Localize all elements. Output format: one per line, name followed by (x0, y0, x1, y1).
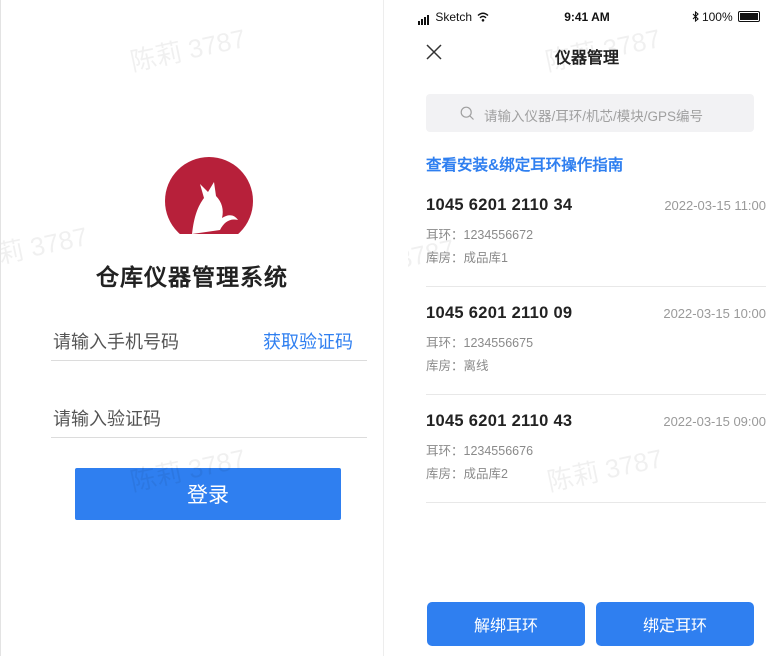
status-bar: Sketch 9:41 AM 100% (408, 10, 766, 30)
device-number: 1045 6201 2110 43 (426, 412, 573, 430)
code-field[interactable]: 请输入验证码 (51, 391, 367, 438)
guide-link[interactable]: 查看安装&绑定耳环操作指南 (426, 153, 623, 175)
device-time: 2022-03-15 10:00 (663, 306, 766, 321)
device-time: 2022-03-15 11:00 (664, 198, 766, 213)
get-code-link[interactable]: 获取验证码 (263, 328, 353, 354)
device-warehouse: 库房：离线 (426, 359, 489, 373)
battery-icon (738, 11, 760, 22)
device-number: 1045 6201 2110 34 (426, 196, 573, 214)
unbind-ear-tag-button[interactable]: 解绑耳环 (427, 602, 585, 646)
battery-percent: 100% (701, 10, 733, 24)
list-item[interactable]: 1045 6201 2110 34 2022-03-15 11:00 耳环：12… (426, 182, 766, 287)
device-ear-tag: 耳环：1234556676 (426, 444, 534, 458)
list-item[interactable]: 1045 6201 2110 43 2022-03-15 09:00 耳环：12… (426, 398, 766, 503)
device-time: 2022-03-15 09:00 (663, 414, 766, 429)
device-ear-tag: 耳环：1234556675 (426, 336, 534, 350)
phone-field[interactable]: 请输入手机号码 获取验证码 (51, 314, 367, 361)
device-warehouse: 库房：成品库1 (426, 251, 508, 265)
list-item[interactable]: 1045 6201 2110 09 2022-03-15 10:00 耳环：12… (426, 290, 766, 395)
code-placeholder[interactable]: 请输入验证码 (53, 405, 161, 431)
instrument-screen: Sketch 9:41 AM 100% 仪器管理 请输入仪器/耳环/机芯/模块/… (408, 0, 766, 656)
search-placeholder[interactable]: 请输入仪器/耳环/机芯/模块/GPS编号 (484, 105, 703, 125)
device-warehouse: 库房：成品库2 (426, 467, 508, 481)
phone-placeholder[interactable]: 请输入手机号码 (53, 328, 179, 354)
login-screen: 仓库仪器管理系统 请输入手机号码 获取验证码 请输入验证码 登录 陈莉 3787… (0, 0, 384, 656)
nav-title: 仪器管理 (554, 50, 619, 67)
device-number: 1045 6201 2110 09 (426, 304, 573, 322)
bind-ear-tag-button[interactable]: 绑定耳环 (596, 602, 754, 646)
bluetooth-icon (692, 10, 699, 23)
search-input[interactable]: 请输入仪器/耳环/机芯/模块/GPS编号 (426, 94, 754, 132)
app-title: 仓库仪器管理系统 (96, 264, 288, 290)
watermark: 陈莉 3787 (127, 23, 249, 77)
login-button[interactable]: 登录 (75, 468, 341, 520)
device-ear-tag: 耳环：1234556672 (426, 228, 534, 242)
status-right: 100% (692, 10, 760, 24)
wolf-logo-icon (164, 156, 254, 234)
search-icon (460, 106, 474, 120)
